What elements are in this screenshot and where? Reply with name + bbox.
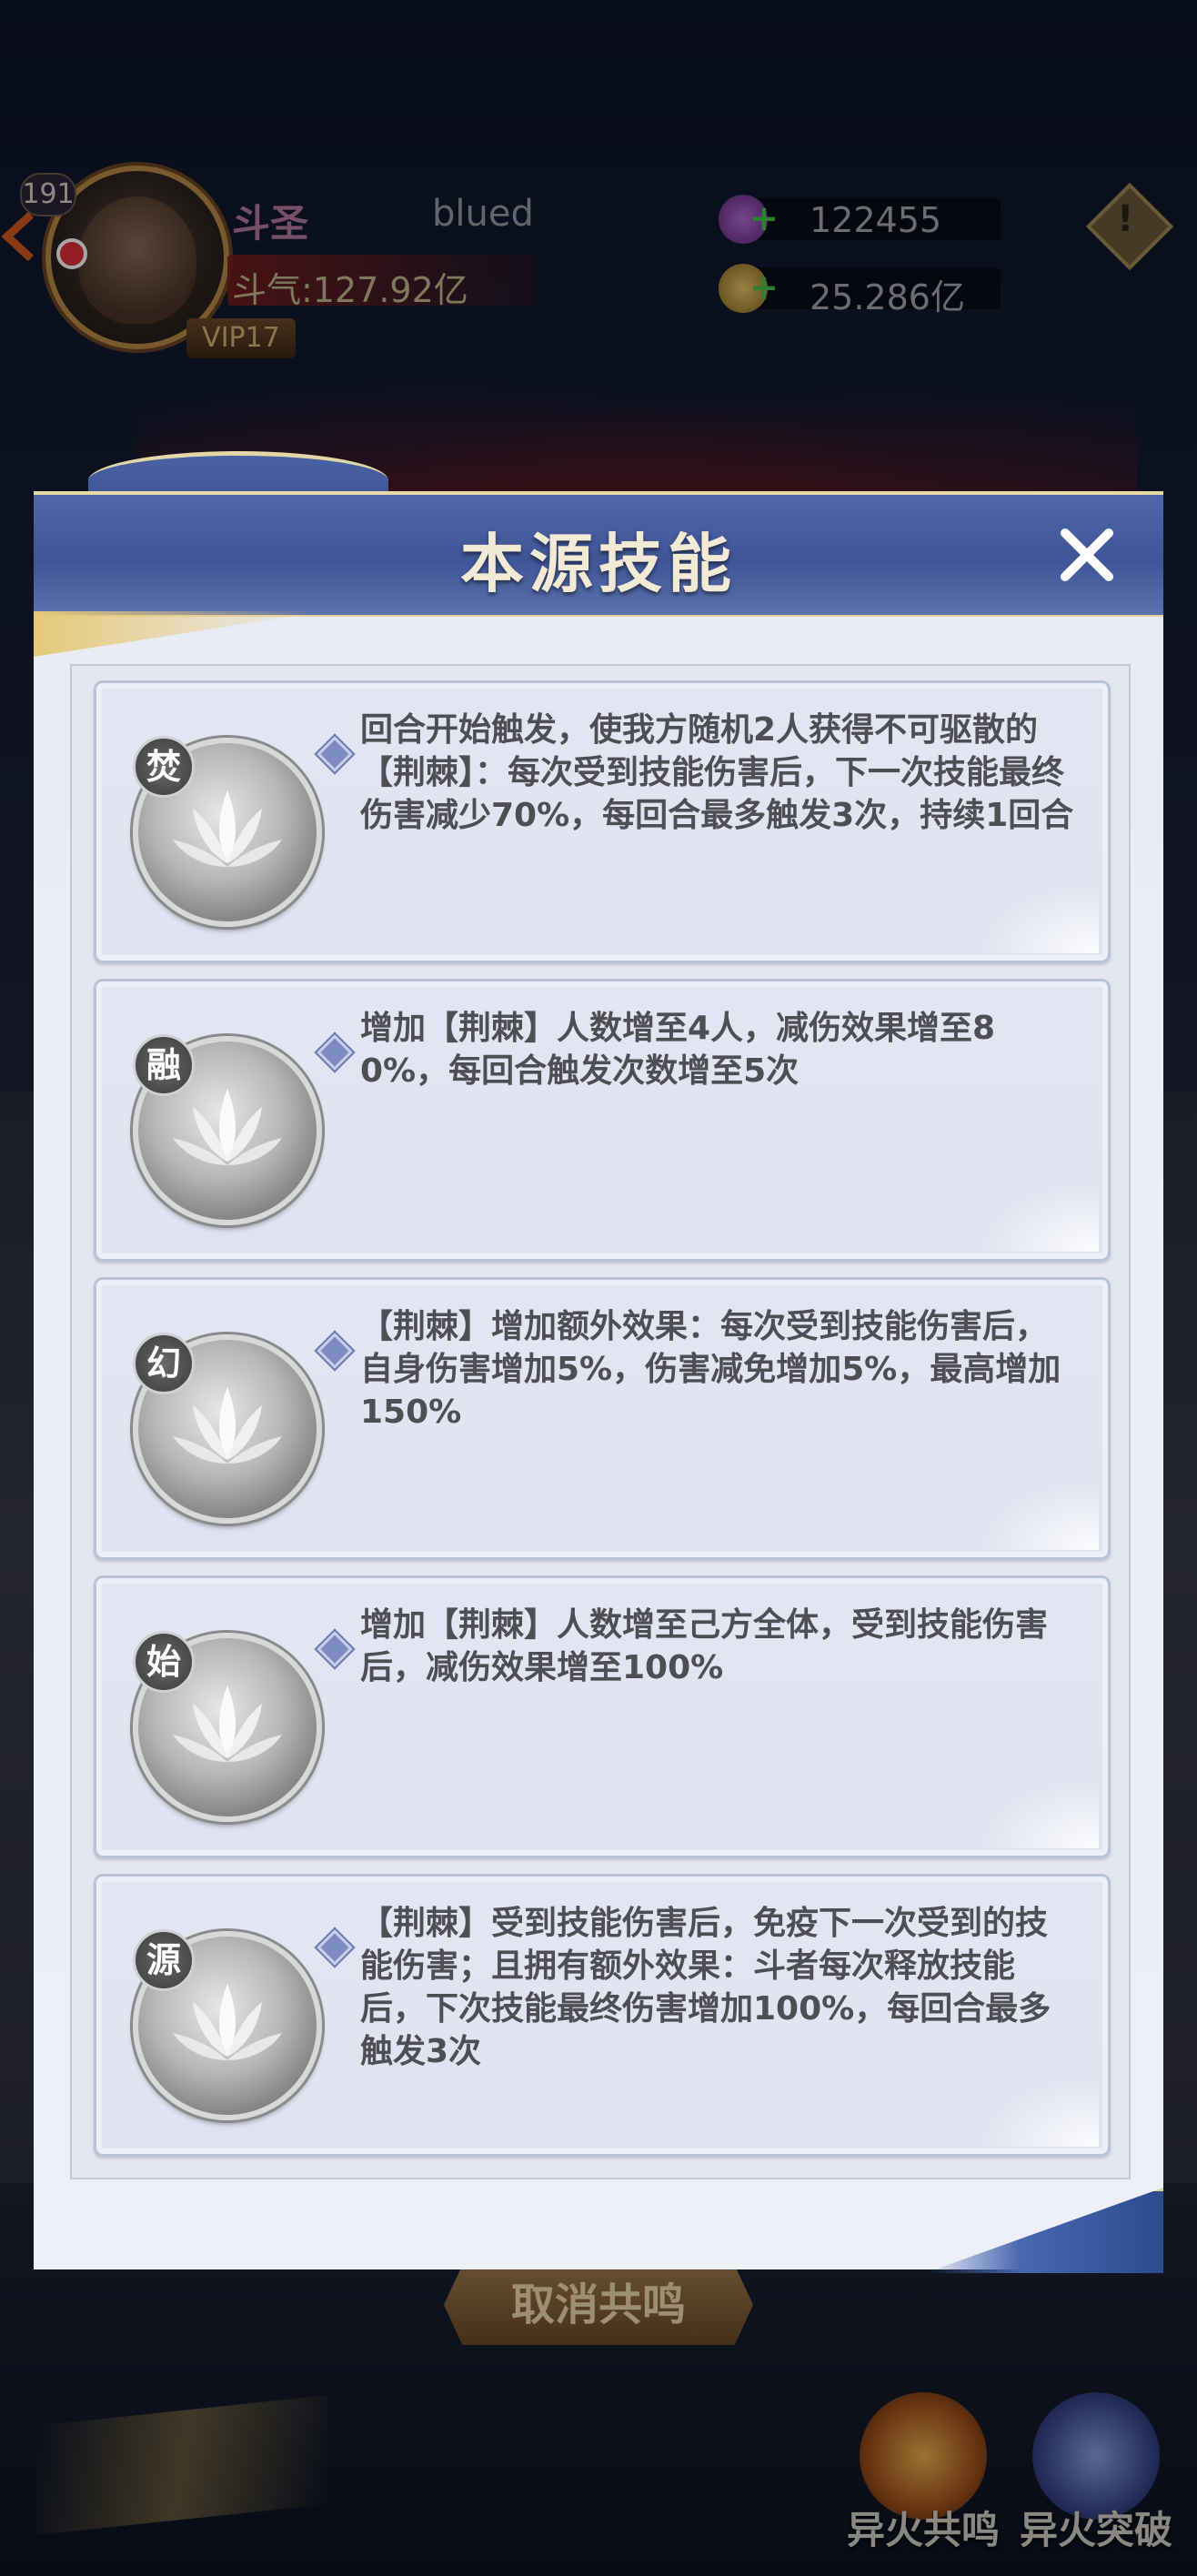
skill-card-huan: 幻 【荆棘】增加额外效果：每次受到技能伤害后，自身伤害增加5%，伤害减免增加5%… — [94, 1277, 1111, 1560]
origin-skill-modal: 本源技能 焚 回合开始触发，使我方随机2人获得不可驱散的【荆棘】：每次受到技能伤… — [34, 451, 1163, 2273]
skill-description: 增加【荆棘】人数增至4人，减伤效果增至80%，每回合触发次数增至5次 — [360, 1010, 996, 1090]
modal-header: 本源技能 — [34, 491, 1163, 620]
diamond-bullet-icon — [317, 1333, 353, 1369]
diamond-bullet-icon — [317, 1034, 353, 1071]
close-icon[interactable] — [1052, 520, 1122, 589]
skill-card-shi: 始 增加【荆棘】人数增至己方全体，受到技能伤害后，减伤效果增至100% — [94, 1575, 1111, 1858]
skill-description: 【荆棘】受到技能伤害后，免疫下一次受到的技能伤害；且拥有额外效果：斗者每次释放技… — [360, 1905, 1051, 2070]
skill-tag: 焚 — [133, 736, 195, 798]
diamond-bullet-icon — [317, 1929, 353, 1966]
diamond-bullet-icon — [317, 1631, 353, 1667]
skill-description: 回合开始触发，使我方随机2人获得不可驱散的【荆棘】：每次受到技能伤害后，下一次技… — [360, 711, 1074, 834]
skill-tag: 始 — [133, 1631, 195, 1693]
diamond-bullet-icon — [317, 736, 353, 772]
skill-card-yuan: 源 【荆棘】受到技能伤害后，免疫下一次受到的技能伤害；且拥有额外效果：斗者每次释… — [94, 1874, 1111, 2157]
skill-tag: 融 — [133, 1034, 195, 1096]
skill-card-rong: 融 增加【荆棘】人数增至4人，减伤效果增至80%，每回合触发次数增至5次 — [94, 979, 1111, 1262]
skill-description: 【荆棘】增加额外效果：每次受到技能伤害后，自身伤害增加5%，伤害减免增加5%，最… — [360, 1308, 1061, 1431]
skill-tag: 源 — [133, 1929, 195, 1991]
skill-tag: 幻 — [133, 1333, 195, 1394]
modal-title: 本源技能 — [460, 527, 737, 601]
skill-card-fen: 焚 回合开始触发，使我方随机2人获得不可驱散的【荆棘】：每次受到技能伤害后，下一… — [94, 680, 1111, 963]
skill-description: 增加【荆棘】人数增至己方全体，受到技能伤害后，减伤效果增至100% — [360, 1606, 1049, 1686]
